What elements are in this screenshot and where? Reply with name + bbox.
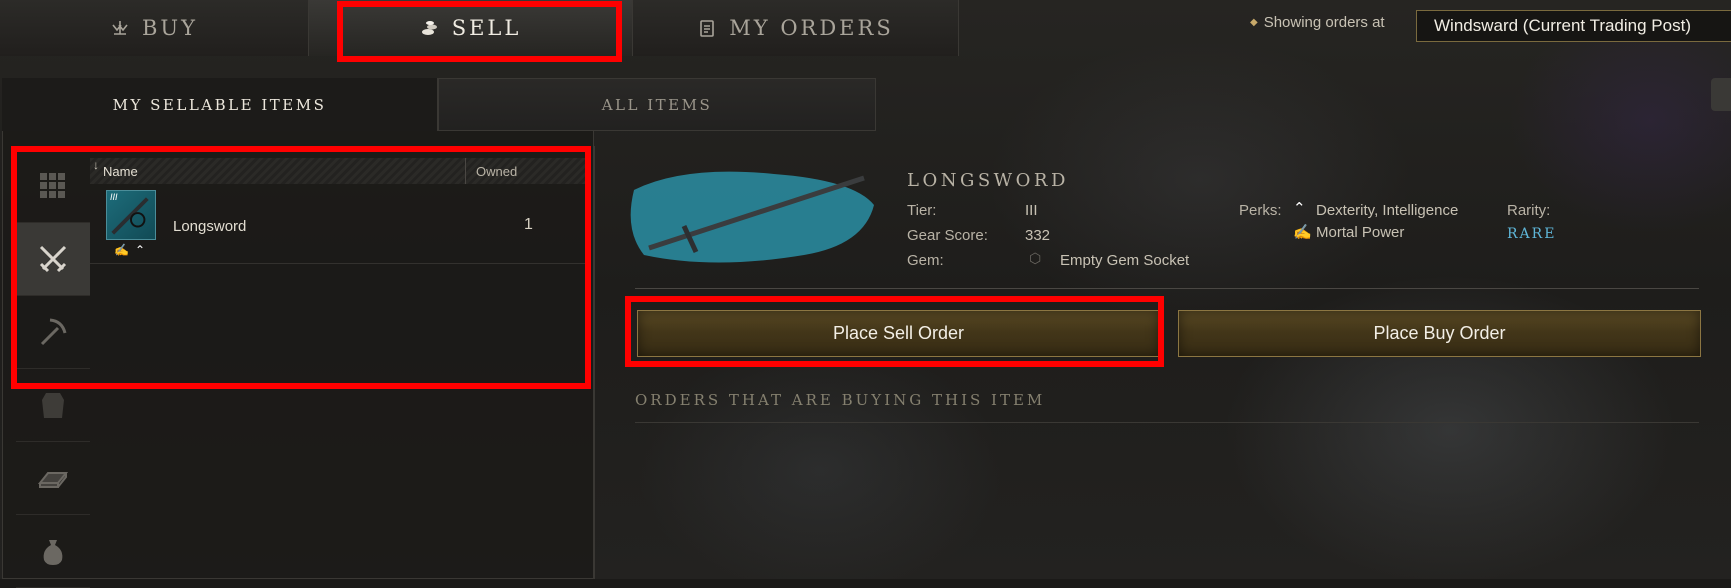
item-list-header: ↓ Name Owned — [90, 158, 586, 184]
column-owned[interactable]: Owned — [476, 164, 517, 179]
chevron-up-icon: ⌃ — [134, 243, 146, 257]
perks-label: Perks: — [1239, 202, 1282, 219]
category-armor[interactable] — [16, 369, 90, 442]
armor-icon — [42, 393, 64, 418]
flex-arm-icon: ✍ — [1293, 224, 1312, 241]
tab-my-sellable-items[interactable]: MY SELLABLE ITEMS — [2, 78, 438, 131]
orders-section-title: ORDERS THAT ARE BUYING THIS ITEM — [635, 391, 1046, 409]
column-divider — [465, 158, 466, 184]
item-name: Longsword — [173, 218, 247, 235]
rarity-label: Rarity: — [1507, 202, 1551, 219]
item-browser-panel — [2, 78, 594, 579]
pickaxe-icon — [40, 318, 67, 346]
category-tools[interactable] — [16, 296, 90, 369]
coins-icon — [421, 21, 437, 35]
chevron-up-icon: ⌃ — [1293, 200, 1306, 217]
flex-arm-icon: ✍ — [114, 243, 129, 257]
place-sell-order-button[interactable]: Place Sell Order — [637, 310, 1160, 357]
perk-mortal-power: Mortal Power — [1316, 224, 1405, 241]
search-icon[interactable] — [1711, 78, 1731, 111]
list-item[interactable]: III ✍ ⌃ Longsword 1 — [90, 185, 586, 264]
column-name[interactable]: Name — [103, 164, 138, 179]
tab-buy[interactable]: BUY — [0, 0, 309, 56]
orders-divider — [635, 422, 1699, 423]
tab-sell[interactable]: SELL — [309, 0, 633, 56]
longsword-image — [630, 171, 874, 263]
gem-socket-icon: ⬡ — [1029, 250, 1042, 266]
category-weapons[interactable] — [16, 223, 90, 296]
trading-post-selector[interactable]: Windsward (Current Trading Post) — [1416, 10, 1731, 42]
ingot-icon — [37, 472, 69, 488]
category-consumables[interactable] — [16, 515, 90, 588]
tier-value: III — [1025, 202, 1038, 219]
category-resources[interactable] — [16, 442, 90, 515]
tier-label: Tier: — [907, 202, 937, 219]
tier-badge: III — [110, 192, 118, 202]
gem-label: Gem: — [907, 252, 944, 269]
gem-value: Empty Gem Socket — [1060, 252, 1190, 269]
place-buy-order-button[interactable]: Place Buy Order — [1178, 310, 1701, 357]
rarity-value: RARE — [1507, 226, 1557, 242]
panel-divider — [594, 146, 595, 579]
sort-arrow-icon[interactable]: ↓ — [93, 158, 99, 172]
item-owned-count: 1 — [524, 216, 533, 233]
tab-all-items[interactable]: ALL ITEMS — [438, 78, 876, 131]
item-title: LONGSWORD — [907, 170, 1069, 191]
clipboard-icon — [700, 20, 715, 37]
detail-divider — [635, 288, 1699, 289]
tab-my-orders[interactable]: MY ORDERS — [633, 0, 959, 56]
longsword-thumbnail: III — [106, 190, 156, 240]
category-sidebar — [16, 150, 90, 588]
category-all[interactable] — [16, 150, 90, 223]
perk-icons: ✍ ⌃ — [114, 243, 145, 257]
swords-icon — [39, 245, 67, 273]
gear-score-value: 332 — [1025, 227, 1051, 244]
scale-icon — [112, 21, 128, 35]
diamond-icon: ◆ — [1250, 17, 1258, 28]
showing-orders-label: ◆ Showing orders at — [1250, 14, 1385, 31]
gear-score-label: Gear Score: — [907, 227, 988, 244]
perk-attributes: Dexterity, Intelligence — [1316, 202, 1459, 219]
bag-icon — [43, 540, 63, 565]
grid-icon — [40, 173, 65, 198]
